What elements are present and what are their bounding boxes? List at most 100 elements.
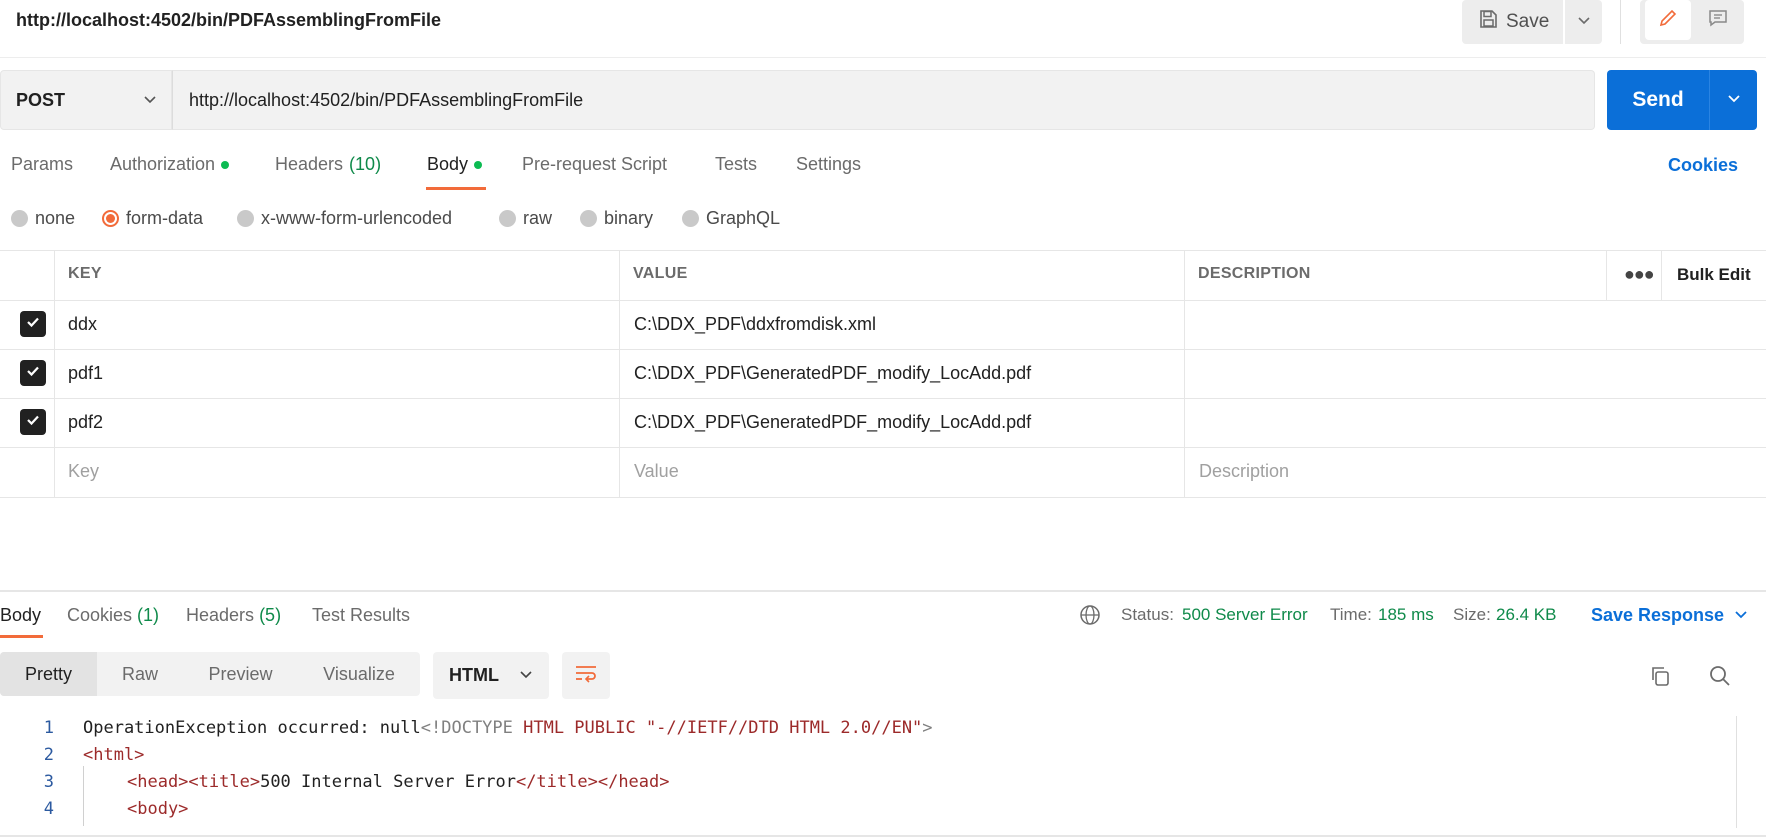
- size-value[interactable]: 26.4 KB: [1496, 605, 1557, 625]
- radio-graphql[interactable]: GraphQL: [682, 208, 780, 229]
- table-border: [0, 300, 1766, 301]
- tab-settings[interactable]: Settings: [796, 154, 861, 175]
- view-visualize[interactable]: Visualize: [298, 652, 420, 696]
- radio-label: form-data: [126, 208, 204, 228]
- row-key[interactable]: ddx: [68, 314, 97, 335]
- row-value[interactable]: C:\DDX_PDF\GeneratedPDF_modify_LocAdd.pd…: [634, 412, 1031, 433]
- copy-icon[interactable]: [1648, 664, 1672, 693]
- save-response-label: Save Response: [1591, 605, 1725, 625]
- code-scrollbar[interactable]: [1736, 716, 1737, 828]
- radio-circle: [237, 210, 254, 227]
- code-line[interactable]: <body>: [127, 799, 188, 819]
- request-title[interactable]: http://localhost:4502/bin/PDFAssemblingF…: [16, 10, 441, 31]
- column-header-value: VALUE: [633, 265, 688, 282]
- format-select[interactable]: HTML: [433, 652, 549, 699]
- code-line[interactable]: OperationException occurred: null<!DOCTY…: [83, 718, 933, 738]
- tab-label: Authorization: [110, 154, 216, 174]
- table-border: [0, 349, 1766, 350]
- radio-label: binary: [604, 208, 654, 228]
- send-button[interactable]: Send: [1607, 70, 1709, 130]
- response-tab-cookies[interactable]: Cookies (1): [67, 605, 159, 626]
- line-number: 3: [43, 772, 54, 792]
- more-options-icon[interactable]: ●●●: [1624, 264, 1655, 285]
- row-key[interactable]: pdf1: [68, 363, 103, 384]
- view-preview[interactable]: Preview: [183, 652, 298, 696]
- response-tab-headers[interactable]: Headers (5): [186, 605, 281, 626]
- radio-label: x-www-form-urlencoded: [261, 208, 453, 228]
- radio-raw[interactable]: raw: [499, 208, 552, 229]
- save-button[interactable]: Save: [1462, 0, 1563, 44]
- row-checkbox[interactable]: [20, 409, 46, 435]
- column-divider: [1184, 250, 1185, 497]
- tab-prerequest-script[interactable]: Pre-request Script: [522, 154, 667, 175]
- key-input[interactable]: Key: [68, 461, 99, 482]
- column-header-key: KEY: [68, 265, 102, 282]
- status-value[interactable]: 500 Server Error: [1182, 605, 1308, 625]
- time-value[interactable]: 185 ms: [1378, 605, 1434, 625]
- tab-label: Pre-request Script: [522, 154, 668, 174]
- tab-headers[interactable]: Headers (10): [275, 154, 381, 175]
- bulk-edit-button[interactable]: Bulk Edit: [1677, 265, 1751, 285]
- status-dot: [474, 160, 483, 169]
- row-value[interactable]: C:\DDX_PDF\ddxfromdisk.xml: [634, 314, 876, 335]
- radio-label: raw: [523, 208, 553, 228]
- table-border: [0, 398, 1766, 399]
- divider: [1620, 0, 1621, 44]
- row-checkbox[interactable]: [20, 360, 46, 386]
- tab-tests[interactable]: Tests: [715, 154, 757, 175]
- active-tab-indicator: [0, 635, 43, 638]
- send-dropdown-button[interactable]: [1710, 70, 1757, 130]
- code-line[interactable]: <html>: [83, 745, 144, 765]
- checkmark-icon: [25, 363, 41, 384]
- code-doctype: HTML PUBLIC "-//IETF//DTD HTML 2.0//EN": [512, 718, 923, 738]
- comments-button[interactable]: [1696, 0, 1740, 40]
- save-response-button[interactable]: Save Response: [1591, 605, 1748, 626]
- row-value[interactable]: C:\DDX_PDF\GeneratedPDF_modify_LocAdd.pd…: [634, 363, 1031, 384]
- row-checkbox[interactable]: [20, 311, 46, 337]
- search-icon[interactable]: [1708, 664, 1732, 693]
- save-dropdown-button[interactable]: [1565, 0, 1602, 44]
- pencil-icon: [1657, 7, 1679, 34]
- tab-label: Params: [11, 154, 74, 174]
- code-line[interactable]: <head><title>500 Internal Server Error</…: [127, 772, 670, 792]
- response-divider[interactable]: [0, 590, 1766, 592]
- checkmark-icon: [25, 314, 41, 335]
- code-text: OperationException occurred: null: [83, 718, 421, 738]
- radio-label: none: [35, 208, 76, 228]
- view-pretty[interactable]: Pretty: [0, 652, 97, 696]
- radio-binary[interactable]: binary: [580, 208, 653, 229]
- radio-none[interactable]: none: [11, 208, 75, 229]
- response-tab-body[interactable]: Body: [0, 605, 41, 626]
- globe-icon[interactable]: [1079, 604, 1101, 631]
- method-label: POST: [16, 89, 66, 110]
- tab-params[interactable]: Params: [11, 154, 73, 175]
- tab-body[interactable]: Body: [427, 154, 483, 175]
- radio-form-data[interactable]: form-data: [102, 208, 203, 229]
- view-raw[interactable]: Raw: [97, 652, 183, 696]
- tab-label: Settings: [796, 154, 862, 174]
- code-tag: </title>: [515, 772, 598, 792]
- code-tag: <head>: [127, 772, 189, 792]
- tab-label: Tests: [715, 154, 758, 174]
- edit-button[interactable]: [1645, 0, 1691, 40]
- radio-circle: [682, 210, 699, 227]
- wrap-lines-button[interactable]: [562, 652, 610, 699]
- value-input[interactable]: Value: [634, 461, 679, 482]
- response-tab-test-results[interactable]: Test Results: [312, 605, 410, 626]
- description-input[interactable]: Description: [1199, 461, 1289, 482]
- method-select[interactable]: POST: [0, 70, 172, 130]
- checkmark-icon: [25, 412, 41, 433]
- radio-label: GraphQL: [706, 208, 781, 228]
- tab-authorization[interactable]: Authorization: [110, 154, 230, 175]
- save-icon: [1478, 9, 1498, 35]
- cookies-link[interactable]: Cookies: [1668, 155, 1738, 176]
- code-doctype-open: <!DOCTYPE: [420, 718, 513, 738]
- format-label: HTML: [449, 665, 499, 685]
- column-divider: [54, 250, 55, 497]
- wrap-lines-icon: [574, 663, 598, 688]
- comment-icon: [1707, 7, 1729, 34]
- row-key[interactable]: pdf2: [68, 412, 103, 433]
- code-tag: </head>: [597, 772, 670, 792]
- radio-urlencoded[interactable]: x-www-form-urlencoded: [237, 208, 452, 229]
- url-input[interactable]: http://localhost:4502/bin/PDFAssemblingF…: [172, 70, 1595, 130]
